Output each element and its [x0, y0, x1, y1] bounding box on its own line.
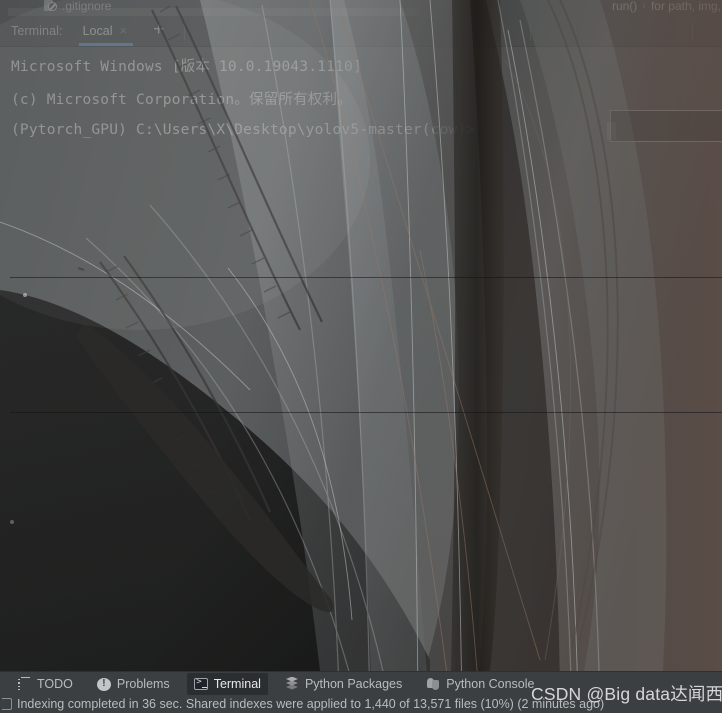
terminal-title: Terminal:	[11, 24, 63, 38]
problems-icon	[96, 677, 111, 691]
terminal-tab-local[interactable]: Local ×	[78, 16, 134, 47]
bottom-toolwindow-bar: TODO Problems Terminal Python Packages P…	[0, 671, 722, 695]
breadcrumb-item-run[interactable]: run()	[612, 0, 637, 13]
toolwindow-button-python-console[interactable]: Python Console	[419, 673, 541, 695]
status-message: Indexing completed in 36 sec. Shared ind…	[17, 697, 605, 711]
terminal-tab-active-underline	[78, 42, 134, 46]
terminal-line: (c) Microsoft Corporation。保留所有权利。	[11, 92, 352, 108]
toolwindow-button-problems[interactable]: Problems	[90, 673, 177, 695]
terminal-icon	[193, 677, 208, 690]
add-terminal-tab-button[interactable]: +	[147, 20, 170, 39]
toolwindow-button-todo[interactable]: TODO	[10, 673, 80, 695]
floating-panel-outline	[610, 110, 722, 142]
close-icon[interactable]: ×	[120, 24, 128, 37]
toolwindow-label: Python Packages	[304, 676, 403, 691]
header-divider-1	[184, 22, 185, 40]
editor-tab-label: .gitignore	[62, 0, 112, 13]
header-divider-2	[530, 22, 531, 40]
editor-tab-gitignore[interactable]: .gitignore	[36, 0, 119, 16]
gitignore-file-icon	[44, 0, 57, 12]
ide-window: .gitignore run() › for path, img, Termin…	[0, 0, 722, 713]
toolwindow-button-terminal[interactable]: Terminal	[186, 672, 268, 695]
terminal-tab-label: Local	[82, 24, 113, 38]
todo-icon	[17, 676, 31, 691]
status-bar: Indexing completed in 36 sec. Shared ind…	[0, 695, 722, 713]
index-icon	[2, 698, 12, 710]
terminal-line: Microsoft Windows [版本 10.0.19043.1110]	[11, 59, 362, 75]
toolwindow-label: Problems	[116, 676, 170, 691]
toolwindow-button-python-packages[interactable]: Python Packages	[278, 673, 409, 695]
terminal-toolwindow-header: Terminal: Local × +	[0, 16, 722, 47]
editor-tab-strip: .gitignore run() › for path, img,	[0, 0, 722, 16]
python-packages-icon	[285, 676, 299, 691]
header-divider-3	[692, 22, 693, 40]
breadcrumb-item-for-path[interactable]: for path, img,	[651, 0, 721, 13]
breadcrumb: run() › for path, img,	[612, 0, 722, 15]
toolwindow-label: TODO	[37, 676, 73, 691]
python-console-icon	[426, 677, 440, 691]
toolwindow-label: Python Console	[446, 676, 535, 691]
toolwindow-label: Terminal	[213, 676, 261, 691]
terminal-line: (Pytorch_GPU) C:\Users\X\Desktop\yolov5-…	[11, 122, 476, 138]
breadcrumb-separator-icon: ›	[642, 0, 646, 12]
